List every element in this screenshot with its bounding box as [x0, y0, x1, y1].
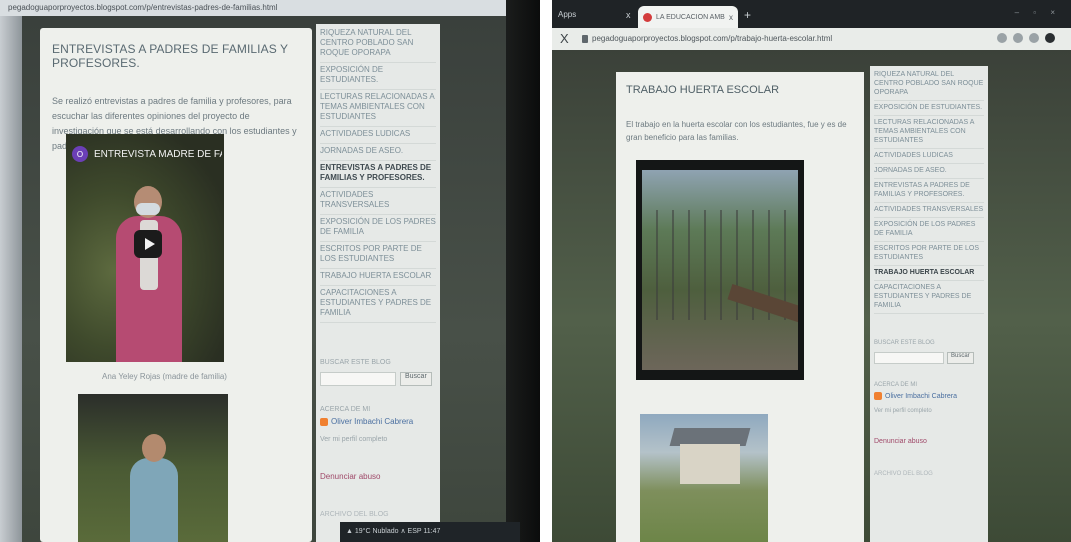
sidebar-item-exposicion-padres[interactable]: EXPOSICIÓN DE LOS PADRES DE FAMILIA: [320, 215, 436, 242]
post-body: El trabajo en la huerta escolar con los …: [626, 120, 847, 142]
sidebar-item-capacitaciones[interactable]: CAPACITACIONES A ESTUDIANTES Y PADRES DE…: [320, 286, 436, 323]
active-tab-close-icon[interactable]: x: [729, 13, 733, 22]
sidebar-item-actividades-transversales[interactable]: ACTIVIDADES TRANSVERSALES: [320, 188, 436, 215]
channel-avatar[interactable]: O: [72, 146, 88, 162]
pages-nav: RIQUEZA NATURAL DEL CENTRO POBLADO SAN R…: [874, 68, 984, 314]
about-title: ACERCA DE MI: [320, 406, 371, 413]
bookmark-star-icon[interactable]: [1013, 33, 1023, 43]
video-title[interactable]: ENTREVISTA MADRE DE FA...: [94, 149, 222, 160]
author-link[interactable]: Oliver Imbachi Cabrera: [320, 417, 436, 426]
apps-shortcut[interactable]: Apps: [558, 10, 576, 19]
video-caption: Ana Yeley Rojas (madre de familia): [102, 372, 227, 381]
interview-photo: [78, 394, 228, 542]
video-title-bar[interactable]: O ENTREVISTA MADRE DE FA...: [72, 146, 222, 162]
photo-person-head: [142, 434, 166, 462]
stop-icon[interactable]: X: [560, 31, 569, 46]
blogger-icon: [320, 417, 328, 426]
os-taskbar[interactable]: ▲ 19°C Nublado ∧ ESP 11:47: [340, 522, 520, 542]
school-building: [680, 444, 740, 484]
sidebar-item-lecturas[interactable]: LECTURAS RELACIONADAS A TEMAS AMBIENTALE…: [320, 90, 436, 127]
search-widget: Buscar: [874, 352, 984, 364]
blog-sidebar: RIQUEZA NATURAL DEL CENTRO POBLADO SAN R…: [870, 66, 988, 542]
lock-icon[interactable]: [582, 35, 588, 43]
sidebar-item-exposicion-estudiantes[interactable]: EXPOSICIÓN DE ESTUDIANTES.: [320, 63, 436, 90]
report-abuse-link[interactable]: Denunciar abuso: [320, 471, 436, 483]
tab-title[interactable]: LA EDUCACIÓN AMBIENTAL, E.F.: [656, 14, 725, 21]
play-icon[interactable]: [134, 230, 162, 258]
sidebar-item-huerta-escolar[interactable]: TRABAJO HUERTA ESCOLAR: [320, 269, 436, 286]
right-screen-photo: Apps x LA EDUCACIÓN AMBIENTAL, E.F. x + …: [552, 0, 1071, 542]
left-screen-photo: pegadoguaporproyectos.blogspot.com/p/ent…: [0, 0, 540, 542]
sidebar-item-entrevistas[interactable]: ENTREVISTAS A PADRES DE FAMILIAS Y PROFE…: [320, 161, 436, 188]
post-title: ENTREVISTAS A PADRES DE FAMILIAS Y PROFE…: [52, 42, 288, 70]
blog-favicon-icon: [643, 12, 652, 22]
photo-person-body: [130, 458, 178, 542]
search-widget-title: BUSCAR ESTE BLOG: [320, 359, 391, 366]
archive-title: ARCHIVO DEL BLOG: [874, 471, 933, 477]
extensions-icon[interactable]: [1029, 33, 1039, 43]
sidebar-item-riqueza-natural[interactable]: RIQUEZA NATURAL DEL CENTRO POBLADO SAN R…: [874, 68, 984, 101]
school-photo: [640, 414, 768, 542]
about-title: ACERCA DE MI: [874, 382, 918, 388]
sidebar-item-escritos[interactable]: ESCRITOS POR PARTE DE LOS ESTUDIANTES: [874, 242, 984, 266]
author-name[interactable]: Oliver Imbachi Cabrera: [331, 417, 413, 426]
profile-link[interactable]: Ver mi perfil completo: [320, 436, 436, 443]
play-triangle: [144, 238, 155, 250]
tab-close-icon[interactable]: x: [626, 10, 631, 20]
sidebar-item-actividades-ludicas[interactable]: ACTIVIDADES LUDICAS: [874, 149, 984, 164]
search-button[interactable]: Buscar: [400, 372, 432, 386]
window-controls[interactable]: – ▫ ×: [1015, 8, 1061, 17]
blog-sidebar: RIQUEZA NATURAL DEL CENTRO POBLADO SAN R…: [316, 24, 440, 542]
profile-avatar-icon[interactable]: [1045, 33, 1055, 43]
sidebar-item-exposicion-estudiantes[interactable]: EXPOSICIÓN DE ESTUDIANTES.: [874, 101, 984, 116]
sidebar-item-huerta-escolar[interactable]: TRABAJO HUERTA ESCOLAR: [874, 266, 984, 281]
sidebar-item-escritos[interactable]: ESCRITOS POR PARTE DE LOS ESTUDIANTES: [320, 242, 436, 269]
sidebar-item-riqueza-natural[interactable]: RIQUEZA NATURAL DEL CENTRO POBLADO SAN R…: [320, 26, 436, 63]
sidebar-item-jornadas-aseo[interactable]: JORNADAS DE ASEO.: [320, 144, 436, 161]
sidebar-item-actividades-transversales[interactable]: ACTIVIDADES TRANSVERSALES: [874, 203, 984, 218]
sidebar-item-capacitaciones[interactable]: CAPACITACIONES A ESTUDIANTES Y PADRES DE…: [874, 281, 984, 314]
browser-tab-bar: Apps x LA EDUCACIÓN AMBIENTAL, E.F. x + …: [552, 0, 1071, 28]
sidebar-item-exposicion-padres[interactable]: EXPOSICIÓN DE LOS PADRES DE FAMILIA: [874, 218, 984, 242]
post-title: TRABAJO HUERTA ESCOLAR: [626, 84, 780, 96]
video-person-mask: [136, 203, 160, 215]
sidebar-item-actividades-ludicas[interactable]: ACTIVIDADES LUDICAS: [320, 127, 436, 144]
search-widget: Buscar: [320, 372, 436, 386]
pages-nav: RIQUEZA NATURAL DEL CENTRO POBLADO SAN R…: [320, 26, 436, 323]
address-bar: X pegadoguaporproyectos.blogspot.com/p/t…: [552, 28, 1071, 50]
garden-photo-frame: [636, 160, 804, 380]
author-link[interactable]: Oliver Imbachi Cabrera: [874, 392, 984, 400]
sidebar-item-jornadas-aseo[interactable]: JORNADAS DE ASEO.: [874, 164, 984, 179]
address-bar-url[interactable]: pegadoguaporproyectos.blogspot.com/p/tra…: [592, 34, 832, 43]
archive-title: ARCHIVO DEL BLOG: [320, 511, 389, 518]
author-name[interactable]: Oliver Imbachi Cabrera: [885, 393, 957, 400]
toolbar-icons: [997, 33, 1055, 43]
tab-active[interactable]: LA EDUCACIÓN AMBIENTAL, E.F. x: [638, 6, 738, 28]
search-button[interactable]: Buscar: [947, 352, 974, 364]
report-abuse-link[interactable]: Denunciar abuso: [874, 436, 984, 447]
embedded-video[interactable]: O ENTREVISTA MADRE DE FA...: [66, 134, 224, 362]
blog-search-input[interactable]: [874, 352, 944, 364]
video-person: [116, 186, 182, 362]
blogger-icon: [874, 392, 882, 400]
profile-link[interactable]: Ver mi perfil completo: [874, 408, 984, 414]
share-icon[interactable]: [997, 33, 1007, 43]
address-bar-url[interactable]: pegadoguaporproyectos.blogspot.com/p/ent…: [0, 0, 520, 16]
sidebar-item-entrevistas[interactable]: ENTREVISTAS A PADRES DE FAMILIAS Y PROFE…: [874, 179, 984, 203]
new-tab-button[interactable]: +: [744, 8, 751, 22]
garden-photo: [642, 170, 798, 370]
monitor-bezel-right: [506, 0, 540, 542]
monitor-bezel-left: [0, 0, 22, 542]
search-widget-title: BUSCAR ESTE BLOG: [874, 340, 935, 346]
sidebar-item-lecturas[interactable]: LECTURAS RELACIONADAS A TEMAS AMBIENTALE…: [874, 116, 984, 149]
blog-search-input[interactable]: [320, 372, 396, 386]
